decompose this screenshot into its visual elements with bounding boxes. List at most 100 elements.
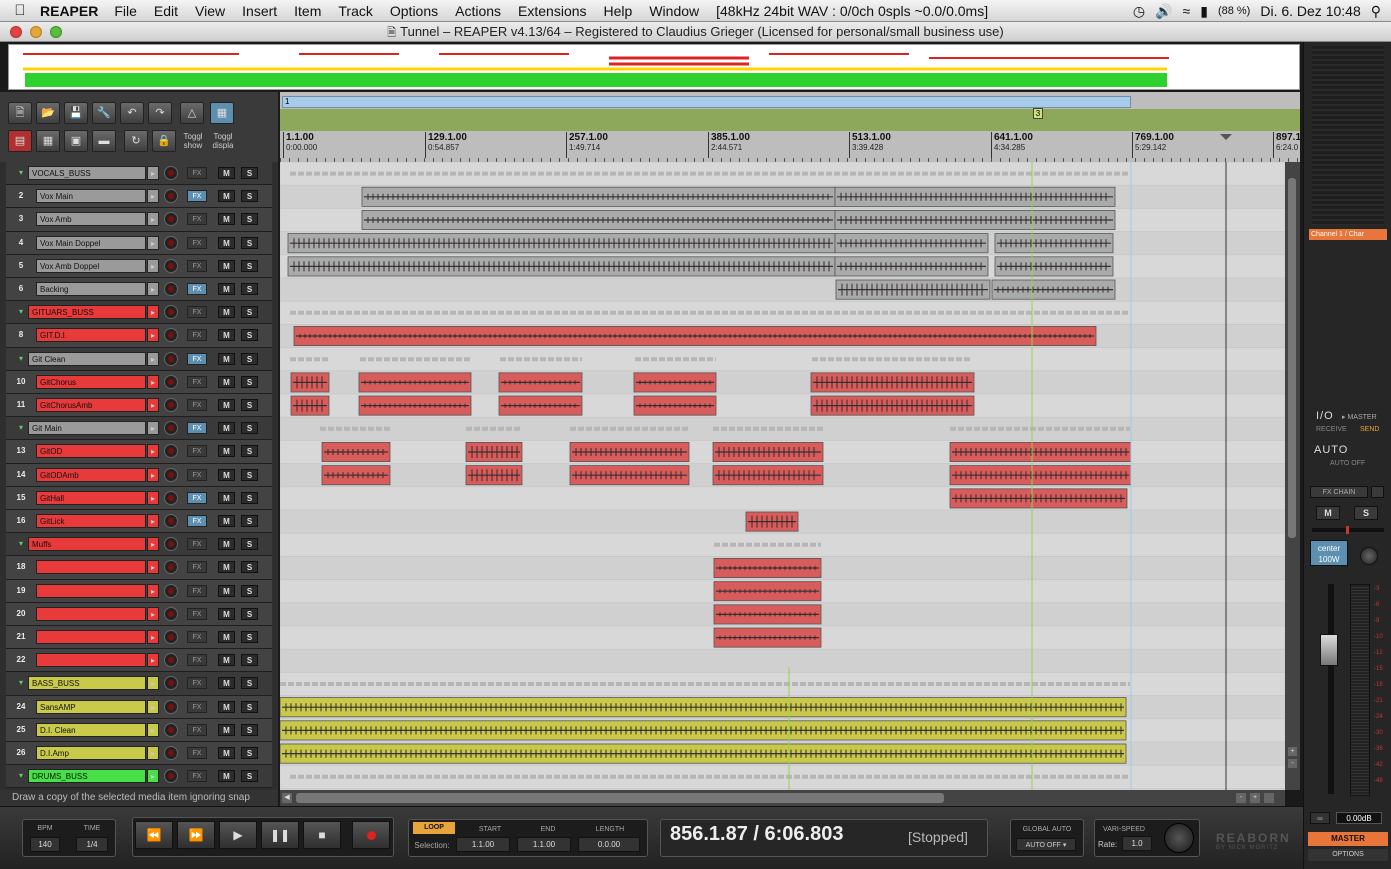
fx-bypass-icon[interactable] (1371, 486, 1384, 498)
track-name[interactable]: GitOD (36, 444, 146, 459)
track-fx-button[interactable]: FX (187, 584, 207, 597)
track-row[interactable]: ▾ VOCALS_BUSS ▸ FX M S (6, 162, 272, 186)
track-fx-button[interactable]: FX (187, 700, 207, 713)
region-bar[interactable]: 1 (282, 96, 1131, 108)
track-name[interactable]: Vox Amb (36, 212, 146, 227)
track-io-icon[interactable]: ▸ (147, 374, 159, 389)
track-solo-button[interactable]: S (241, 445, 258, 458)
marker-3[interactable]: 3 (1033, 108, 1043, 119)
track-row[interactable]: 8 GIT.D.I. ▸ FX M S (6, 324, 272, 348)
battery-icon[interactable]: ▮ (1200, 3, 1208, 20)
track-mute-button[interactable]: M (218, 283, 235, 295)
time-signature-value[interactable]: 1/4 (76, 837, 108, 852)
track-solo-button[interactable]: S (241, 167, 258, 179)
track-mute-button[interactable]: M (218, 236, 235, 249)
track-io-icon[interactable]: ▸ (147, 722, 159, 737)
envelope-points-icon[interactable]: ▬ (92, 130, 116, 152)
track-fx-button[interactable]: FX (187, 607, 207, 620)
project-overview[interactable] (8, 44, 1300, 90)
track-row[interactable]: 5 Vox Amb Doppel ▸ FX M S (6, 254, 272, 278)
track-fx-button[interactable]: FX (187, 468, 207, 481)
record-arm-button[interactable] (164, 351, 178, 366)
track-mute-button[interactable]: M (218, 538, 235, 551)
record-arm-button[interactable] (164, 653, 178, 668)
global-auto-dropdown[interactable]: AUTO OFF ▾ (1016, 838, 1076, 851)
track-mute-button[interactable]: M (218, 723, 235, 736)
track-solo-button[interactable]: S (241, 283, 258, 295)
track-mute-button[interactable]: M (218, 375, 235, 388)
track-name[interactable] (36, 606, 146, 621)
track-name[interactable] (36, 560, 146, 575)
track-solo-button[interactable]: S (241, 468, 258, 481)
track-row[interactable]: 14 GitODAmb ▸ FX M S (6, 463, 272, 487)
metronome-icon[interactable]: △ (180, 102, 204, 124)
project-settings-icon[interactable]: 🔧 (92, 102, 116, 124)
track-row[interactable]: 11 GitChorusAmb ▸ FX M S (6, 394, 272, 418)
track-row[interactable]: 25 D.I. Clean ▸ FX M S (6, 718, 272, 742)
rate-value[interactable]: 1.0 (1122, 836, 1152, 851)
close-window-button[interactable] (10, 26, 22, 38)
track-solo-button[interactable]: S (241, 352, 258, 365)
scroll-left-icon[interactable]: ◀ (282, 793, 292, 803)
menu-track[interactable]: Track (338, 3, 372, 19)
snap-toggle-icon[interactable]: ▦ (210, 102, 234, 124)
format-status[interactable]: [48kHz 24bit WAV : 0/0ch 0spls ~0.0/0.0m… (716, 3, 988, 19)
track-name[interactable]: Git Main (28, 421, 146, 436)
track-solo-button[interactable]: S (241, 723, 258, 736)
redo-icon[interactable]: ↷ (148, 102, 172, 124)
track-name[interactable] (36, 583, 146, 598)
automation-label[interactable]: AUTO (1314, 444, 1348, 456)
record-arm-button[interactable] (164, 189, 178, 204)
record-arm-button[interactable] (164, 305, 178, 320)
zoom-fit-icon[interactable] (1264, 793, 1274, 803)
record-arm-button[interactable] (164, 722, 178, 737)
track-fx-button[interactable]: FX (187, 399, 207, 411)
track-name[interactable]: BASS_BUSS (28, 676, 146, 691)
track-name[interactable]: GitODAmb (36, 467, 146, 482)
track-mute-button[interactable]: M (218, 631, 235, 643)
track-name[interactable] (36, 653, 146, 668)
track-io-icon[interactable]: ▸ (147, 699, 159, 714)
track-row[interactable]: ▾ DRUMS_BUSS ▸ FX M S (6, 765, 272, 789)
track-name[interactable]: GitHall (36, 490, 146, 505)
horizontal-scrollbar[interactable]: ◀ - + (280, 790, 1285, 806)
track-io-icon[interactable]: ▸ (147, 769, 159, 784)
time-machine-icon[interactable]: ◷ (1133, 3, 1145, 20)
track-mute-button[interactable]: M (218, 468, 235, 481)
track-row[interactable]: 18 ▸ FX M S (6, 556, 272, 580)
record-arm-button[interactable] (164, 676, 178, 691)
toggle-display-button[interactable]: Toggl displa (208, 132, 238, 150)
record-arm-button[interactable] (164, 560, 178, 575)
menu-insert[interactable]: Insert (242, 3, 277, 19)
track-io-icon[interactable]: ▸ (147, 653, 159, 668)
track-name[interactable]: GIT.D.I. (36, 328, 146, 343)
track-mute-button[interactable]: M (218, 654, 235, 667)
master-solo-button[interactable]: S (1354, 506, 1378, 520)
track-fx-button[interactable]: FX (187, 631, 207, 643)
track-name[interactable]: GITUARS_BUSS (28, 305, 146, 320)
track-mute-button[interactable]: M (218, 167, 235, 179)
lock-icon[interactable]: 🔒 (152, 130, 176, 152)
track-name[interactable]: Vox Amb Doppel (36, 258, 146, 273)
toggle-show-button[interactable]: Toggl show (180, 132, 206, 150)
track-name[interactable]: Muffs (28, 537, 146, 552)
track-solo-button[interactable]: S (241, 375, 258, 388)
record-arm-button[interactable] (164, 374, 178, 389)
track-name[interactable]: DRUMS_BUSS (28, 769, 146, 784)
track-io-icon[interactable]: ▸ (147, 676, 159, 691)
track-io-icon[interactable]: ▸ (147, 258, 159, 273)
menu-file[interactable]: File (114, 3, 137, 19)
track-solo-button[interactable]: S (241, 491, 258, 504)
track-solo-button[interactable]: S (241, 677, 258, 690)
record-arm-button[interactable] (164, 166, 178, 180)
track-io-icon[interactable]: ▸ (147, 630, 159, 644)
track-io-icon[interactable]: ▸ (147, 421, 159, 436)
track-io-icon[interactable]: ▸ (147, 537, 159, 552)
master-label[interactable]: MASTER (1308, 832, 1388, 846)
save-project-icon[interactable]: 💾 (64, 102, 88, 124)
track-fx-button[interactable]: FX (187, 329, 207, 342)
ripple-edit-icon[interactable]: ▤ (8, 130, 32, 152)
track-io-icon[interactable]: ▸ (147, 351, 159, 366)
track-solo-button[interactable]: S (241, 561, 258, 574)
track-io-icon[interactable]: ▸ (147, 467, 159, 482)
